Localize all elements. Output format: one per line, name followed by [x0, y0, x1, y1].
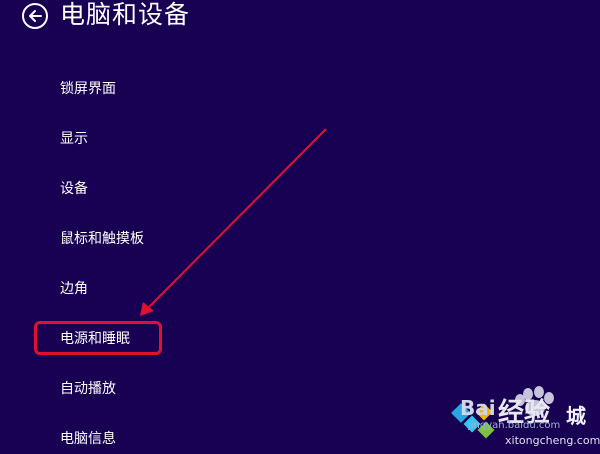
watermark-site-text: xitongcheng.com [505, 434, 600, 447]
watermark: Bai 经验 城 jingyan.baidu.com xitongcheng.c… [440, 380, 600, 450]
watermark-url-text: jingyan.baidu.com [468, 420, 561, 431]
watermark-cheng-text: 城 [566, 404, 586, 428]
watermark-baidu-text: Bai [460, 396, 496, 420]
